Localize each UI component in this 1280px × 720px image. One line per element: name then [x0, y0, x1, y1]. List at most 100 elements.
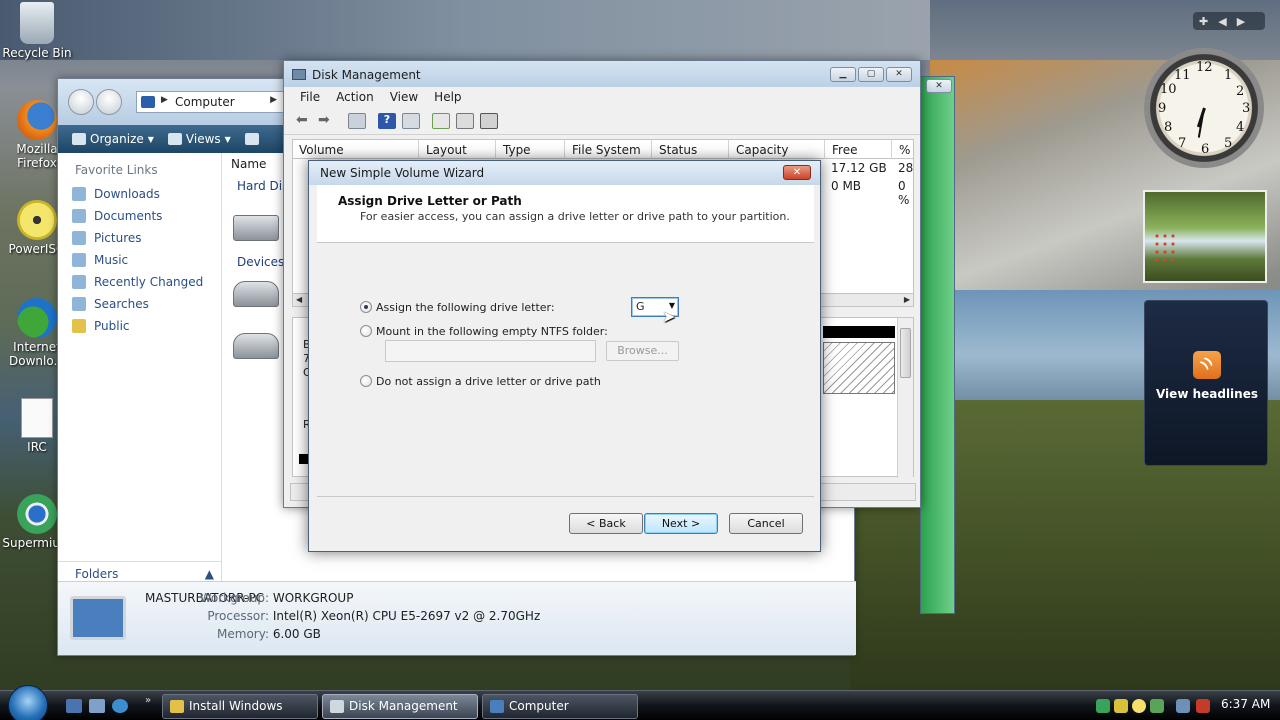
fav-recently-changed[interactable]: Recently Changed	[58, 271, 221, 293]
menu-action[interactable]: Action	[336, 90, 374, 109]
chevron-down-icon: ▼	[224, 134, 231, 144]
view-headlines-link[interactable]: View headlines	[1145, 387, 1269, 401]
desktop-icon-label: Recycle Bin	[2, 46, 72, 60]
switch-windows-icon[interactable]	[89, 699, 105, 713]
computer-monitor-icon	[70, 596, 126, 640]
column-header-name[interactable]: Name	[231, 157, 266, 171]
chevron-left-icon[interactable]: ◀	[296, 294, 302, 306]
menu-help[interactable]: Help	[434, 90, 461, 109]
close-icon[interactable]: ✕	[926, 79, 952, 93]
back-arrow-icon[interactable]	[68, 89, 94, 115]
new-simple-volume-wizard[interactable]: New Simple Volume Wizard ✕ Assign Drive …	[308, 160, 821, 552]
refresh-icon[interactable]	[432, 113, 450, 129]
label-no-drive-letter[interactable]: Do not assign a drive letter or drive pa…	[376, 375, 601, 388]
desktop-icon-recycle-bin[interactable]: Recycle Bin	[2, 2, 72, 60]
cancel-button[interactable]: Cancel	[729, 513, 803, 534]
background-window[interactable]: ✕	[920, 76, 955, 614]
wizard-titlebar[interactable]: New Simple Volume Wizard ✕	[309, 161, 820, 185]
wizard-subheading: For easier access, you can assign a driv…	[360, 210, 790, 223]
optical-drive-icon[interactable]	[233, 281, 279, 307]
column-layout[interactable]: Layout	[420, 140, 496, 159]
optical-drive-icon[interactable]	[233, 333, 279, 359]
row-2-pct: 0 %	[898, 179, 910, 207]
start-button[interactable]	[8, 685, 48, 720]
column-file-system[interactable]: File System	[566, 140, 652, 159]
column-type[interactable]: Type	[497, 140, 565, 159]
wizard-header: Assign Drive Letter or Path For easier a…	[317, 185, 814, 243]
radio-no-drive-letter[interactable]	[360, 375, 372, 387]
fav-downloads[interactable]: Downloads	[58, 183, 221, 205]
properties-icon[interactable]	[402, 113, 420, 129]
sidebar-controls: ✚ ◀ ▶	[1193, 12, 1265, 30]
views-button[interactable]: Views ▼	[167, 132, 231, 146]
navigation-pane: Favorite Links Downloads Documents Pictu…	[58, 153, 222, 583]
fav-public[interactable]: Public	[58, 315, 221, 337]
document-icon	[21, 398, 53, 438]
clock-gadget[interactable]: 12 1 2 3 4 5 6 7 8 9 10 11	[1144, 48, 1264, 168]
fav-pictures[interactable]: Pictures	[58, 227, 221, 249]
rescan-icon[interactable]	[456, 113, 474, 129]
maximize-button[interactable]: ▢	[858, 67, 884, 82]
unallocated-partition[interactable]	[823, 342, 895, 394]
download-manager-icon	[17, 298, 57, 338]
chevron-left-icon[interactable]: ◀	[1218, 15, 1226, 28]
tray-poweriso-icon[interactable]	[1132, 699, 1146, 713]
chevron-right-icon[interactable]: »	[145, 695, 151, 706]
chevron-right-icon[interactable]: ▶	[904, 294, 910, 306]
row-1-free: 17.12 GB	[831, 161, 887, 175]
close-button[interactable]: ✕	[783, 165, 811, 180]
task-computer[interactable]: Computer	[482, 694, 638, 719]
back-arrow-icon[interactable]: ⬅	[296, 113, 314, 129]
chevron-right-icon[interactable]: ▶	[270, 95, 277, 105]
forward-arrow-icon[interactable]: ➡	[318, 113, 336, 129]
slideshow-gadget[interactable]	[1143, 190, 1267, 283]
disk-management-titlebar[interactable]: Disk Management ▁ ▢ ✕	[284, 61, 920, 87]
tray-download-icon[interactable]	[1150, 699, 1164, 713]
forward-arrow-icon[interactable]	[96, 89, 122, 115]
radio-mount-ntfs-folder[interactable]	[360, 325, 372, 337]
column-free-space[interactable]: Free Spa...	[826, 140, 892, 171]
next-button[interactable]: Next >	[644, 513, 718, 534]
column-percent-free[interactable]: % F	[893, 140, 915, 159]
internet-explorer-icon[interactable]	[112, 699, 128, 713]
label-assign-drive-letter[interactable]: Assign the following drive letter:	[376, 301, 555, 314]
column-volume[interactable]: Volume	[293, 140, 419, 159]
label-mount-ntfs-folder[interactable]: Mount in the following empty NTFS folder…	[376, 325, 608, 338]
add-gadget-icon[interactable]: ✚	[1199, 15, 1208, 28]
vertical-scrollbar[interactable]	[897, 318, 913, 478]
column-capacity[interactable]: Capacity	[730, 140, 825, 159]
minimize-button[interactable]: ▁	[830, 67, 856, 82]
tray-monitor-icon[interactable]	[1176, 699, 1190, 713]
tray-volume-muted-icon[interactable]	[1196, 699, 1210, 713]
task-install-windows[interactable]: Install Windows	[162, 694, 318, 719]
fav-music[interactable]: Music	[58, 249, 221, 271]
task-disk-management[interactable]: Disk Management	[322, 694, 478, 719]
console-tree-icon[interactable]	[348, 113, 366, 129]
menu-file[interactable]: File	[300, 90, 320, 109]
column-status[interactable]: Status	[653, 140, 729, 159]
tray-security-icon[interactable]	[1114, 699, 1128, 713]
mouse-cursor-icon: ➤	[662, 307, 676, 326]
firefox-icon	[17, 100, 57, 140]
help-icon[interactable]: ?	[378, 113, 396, 129]
chevron-right-icon[interactable]: ▶	[1237, 15, 1245, 28]
fav-documents[interactable]: Documents	[58, 205, 221, 227]
show-desktop-icon[interactable]	[66, 699, 82, 713]
feed-headlines-gadget[interactable]: View headlines	[1144, 300, 1268, 466]
hard-disk-icon[interactable]	[233, 215, 279, 241]
fav-searches[interactable]: Searches	[58, 293, 221, 315]
rss-icon	[1193, 351, 1221, 379]
system-properties-button[interactable]	[244, 133, 259, 145]
group-hard-disk-drives[interactable]: Hard Dis	[237, 179, 288, 193]
scrollbar-thumb[interactable]	[900, 328, 911, 378]
radio-assign-drive-letter[interactable]	[360, 301, 372, 313]
tray-network-icon[interactable]	[1096, 699, 1110, 713]
views-icon	[167, 133, 182, 145]
menu-view[interactable]: View	[390, 90, 418, 109]
address-bar[interactable]: ▶ Computer ▶	[136, 91, 284, 113]
close-button[interactable]: ✕	[886, 67, 912, 82]
settings-icon[interactable]	[480, 113, 498, 129]
back-button[interactable]: < Back	[569, 513, 643, 534]
clock-time[interactable]: 6:37 AM	[1221, 697, 1270, 711]
organize-button[interactable]: Organize ▼	[72, 132, 154, 146]
